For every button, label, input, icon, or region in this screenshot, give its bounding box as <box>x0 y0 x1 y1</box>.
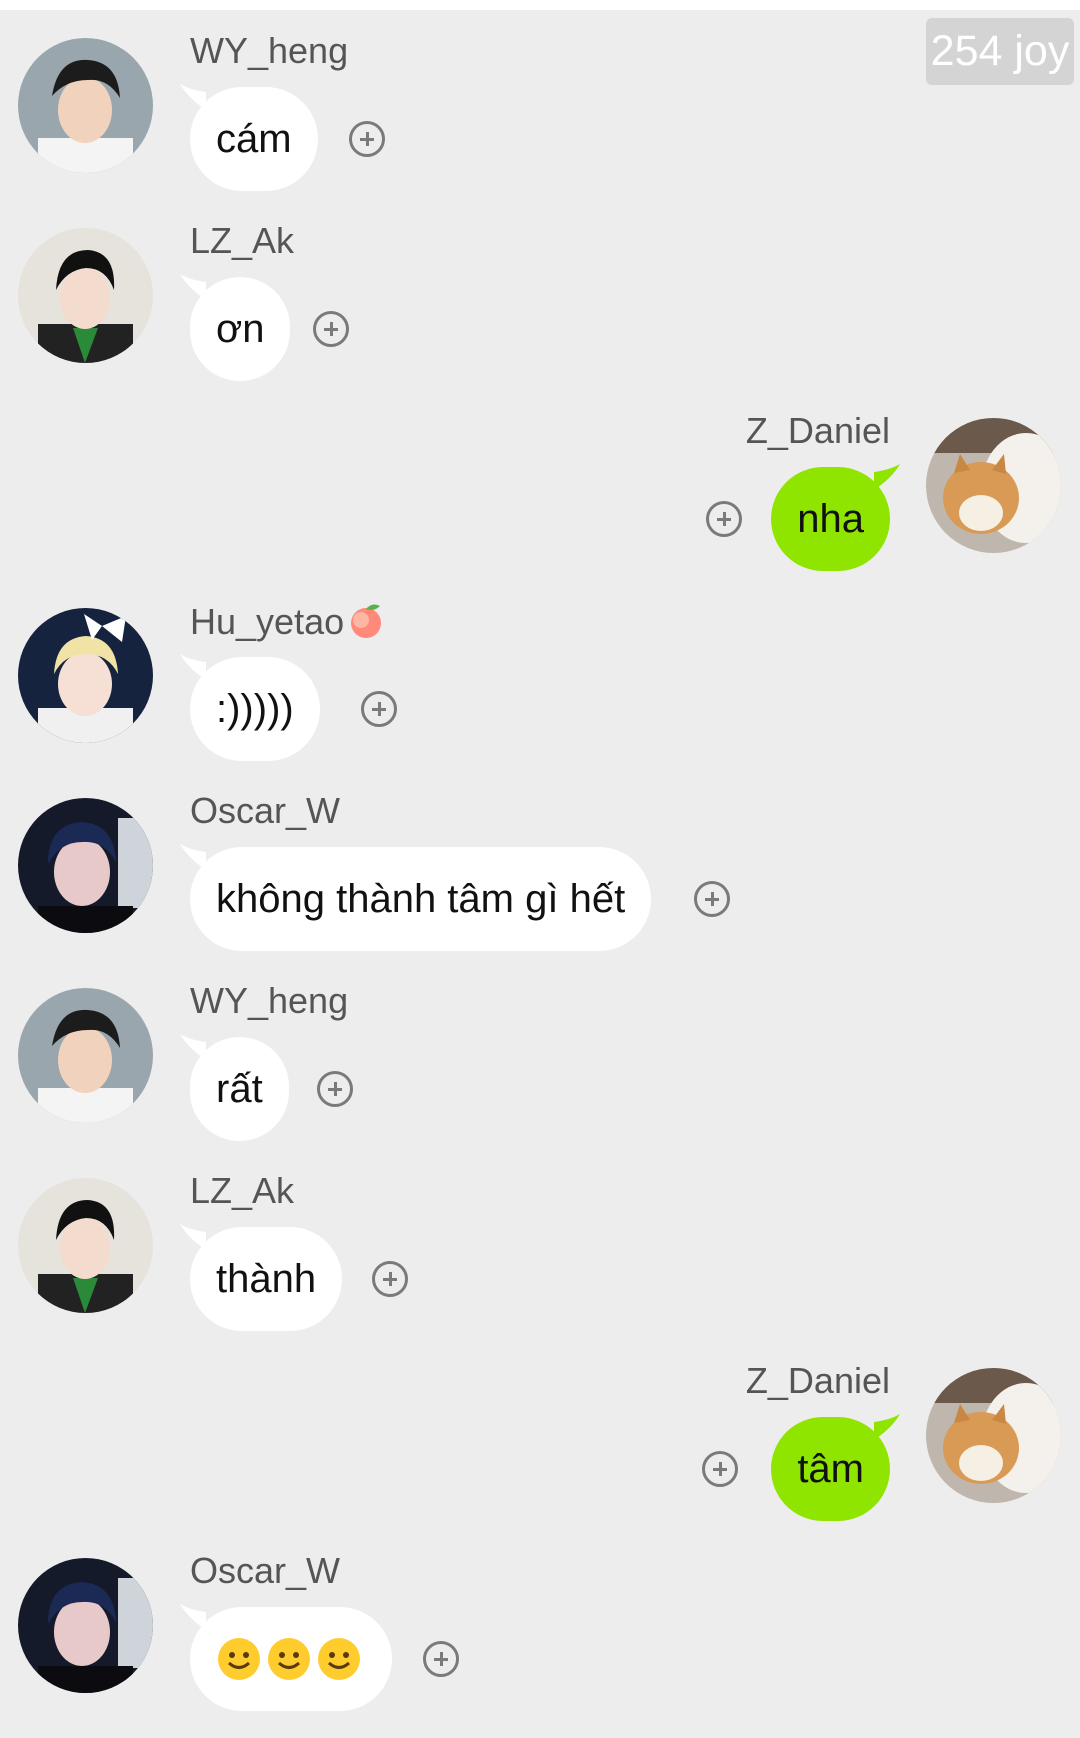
sender-name: Z_Daniel <box>745 1360 890 1401</box>
message-row: WY_heng cám <box>0 10 1080 200</box>
add-reaction-icon[interactable] <box>349 121 385 157</box>
add-reaction-icon[interactable] <box>423 1641 459 1677</box>
sender-name-text: Hu_yetao <box>190 601 345 642</box>
message-row: Z_Daniel nha <box>0 390 1080 580</box>
message-bubble[interactable] <box>190 1607 392 1711</box>
message-bubble[interactable]: không thành tâm gì hết <box>190 847 652 951</box>
smiley-emoji <box>268 1638 310 1680</box>
avatar-wy-heng[interactable] <box>18 988 153 1123</box>
message-bubble[interactable]: nha <box>771 467 890 571</box>
sender-name: LZ_Ak <box>190 220 295 261</box>
message-row: Oscar_W không thành tâm gì hết <box>0 770 1080 960</box>
avatar-cat[interactable] <box>926 418 1061 553</box>
message-row: LZ_Ak ơn <box>0 200 1080 390</box>
top-edge <box>0 0 1080 10</box>
sender-name: Oscar_W <box>190 1550 341 1591</box>
message-row: WY_heng rất <box>0 960 1080 1150</box>
smiley-emoji <box>218 1638 260 1680</box>
add-reaction-icon[interactable] <box>361 691 397 727</box>
message-bubble[interactable]: thành <box>190 1227 343 1331</box>
sender-name: LZ_Ak <box>190 1170 295 1211</box>
message-bubble[interactable]: cám <box>190 87 318 191</box>
message-row: LZ_Ak thành <box>0 1150 1080 1340</box>
message-bubble[interactable]: ơn <box>190 277 291 381</box>
message-bubble[interactable]: tâm <box>771 1417 890 1521</box>
message-row: Z_Daniel tâm <box>0 1340 1080 1530</box>
add-reaction-icon[interactable] <box>313 311 349 347</box>
avatar-lz-ak[interactable] <box>18 228 153 363</box>
message-bubble[interactable]: rất <box>190 1037 289 1141</box>
sender-name: Hu_yetao <box>190 600 386 643</box>
avatar-oscar-w[interactable] <box>18 1558 153 1693</box>
message-row: Hu_yetao :))))) <box>0 580 1080 770</box>
add-reaction-icon[interactable] <box>702 1451 738 1487</box>
add-reaction-icon[interactable] <box>706 501 742 537</box>
avatar-cat[interactable] <box>926 1368 1061 1503</box>
sender-name: WY_heng <box>190 30 349 71</box>
sender-name: WY_heng <box>190 980 349 1021</box>
avatar-oscar-w[interactable] <box>18 798 153 933</box>
avatar-hu-yetao[interactable] <box>18 608 153 743</box>
sender-name: Oscar_W <box>190 790 341 831</box>
peach-emoji <box>351 604 382 638</box>
message-row: Oscar_W <box>0 1530 1080 1720</box>
avatar-lz-ak[interactable] <box>18 1178 153 1313</box>
sender-name: Z_Daniel <box>745 410 890 451</box>
add-reaction-icon[interactable] <box>372 1261 408 1297</box>
message-bubble[interactable]: :))))) <box>190 657 320 761</box>
add-reaction-icon[interactable] <box>694 881 730 917</box>
avatar-wy-heng[interactable] <box>18 38 153 173</box>
smiley-emoji <box>318 1638 360 1680</box>
add-reaction-icon[interactable] <box>317 1071 353 1107</box>
